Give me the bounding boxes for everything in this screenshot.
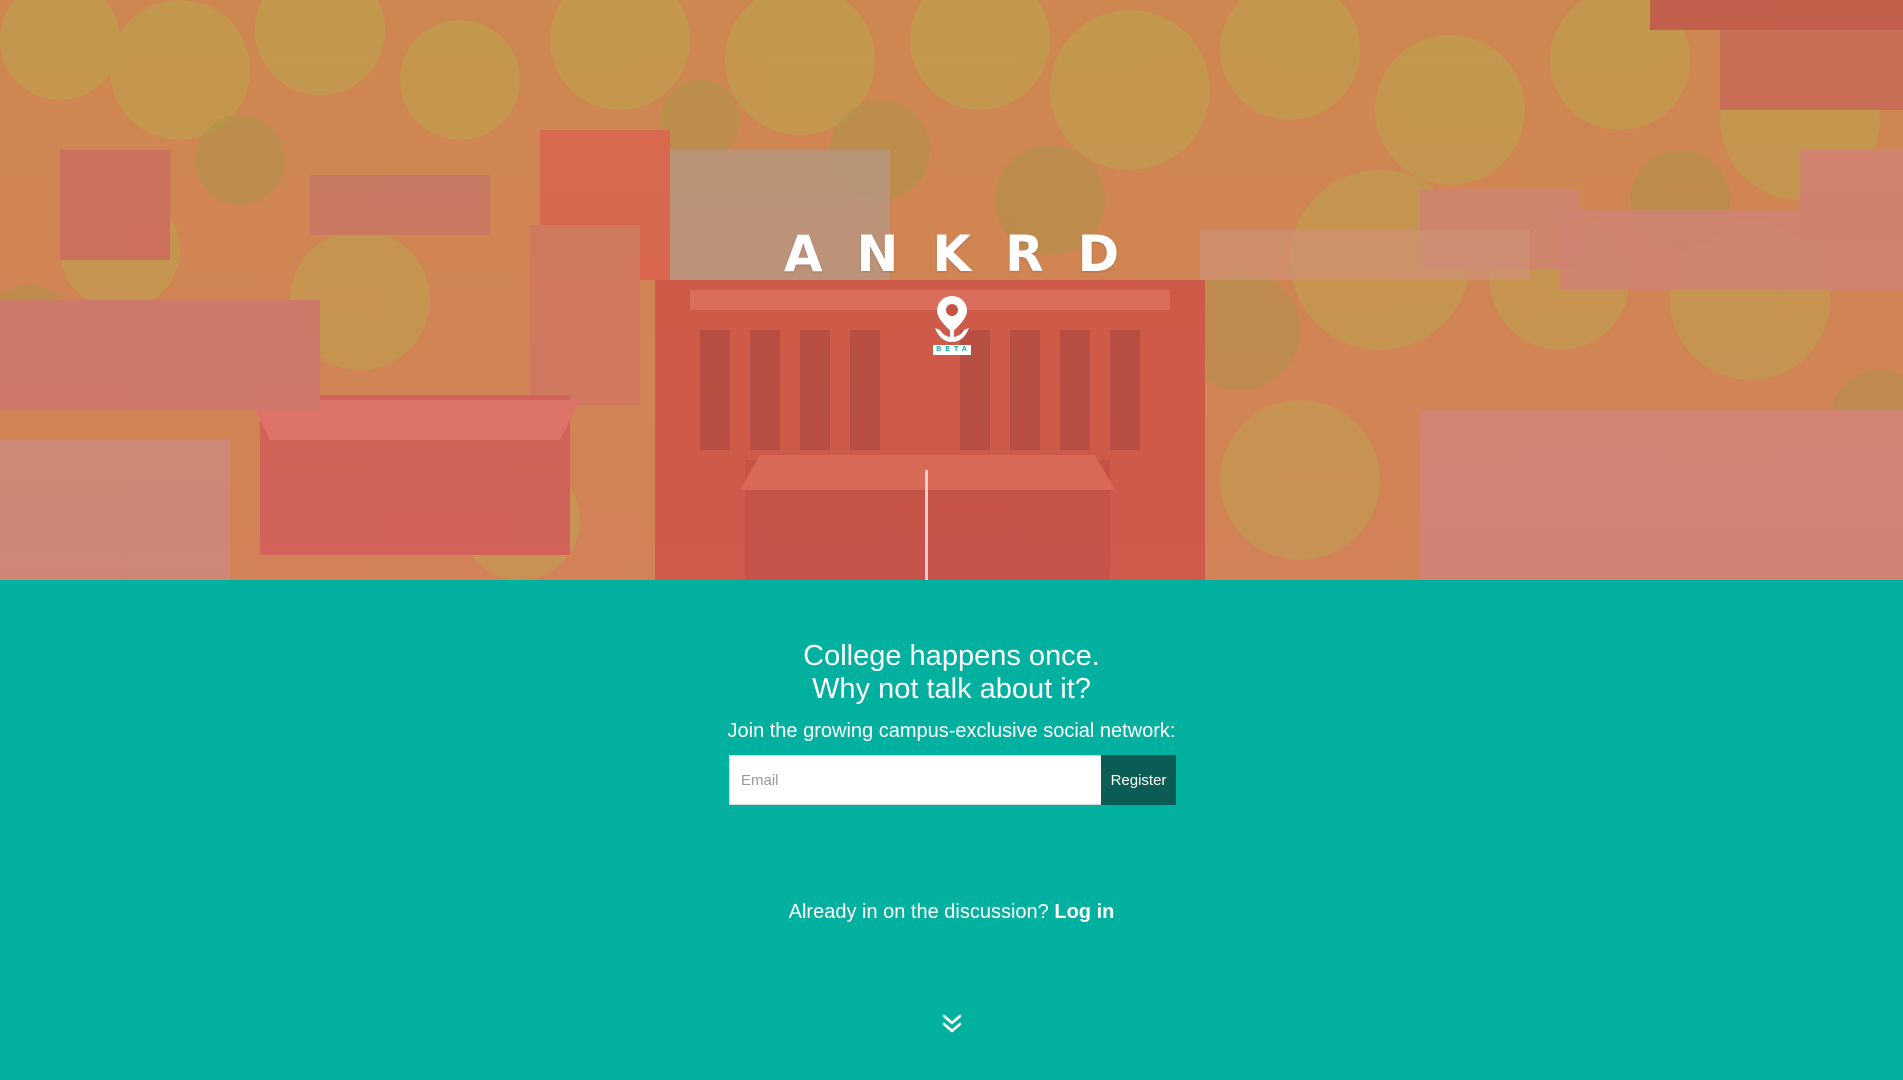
signup-subline: Join the growing campus-exclusive social… [727,720,1176,742]
login-link[interactable]: Log in [1054,901,1114,923]
headline: College happens once. Why not talk about… [0,640,1903,706]
register-button[interactable]: Register [1101,755,1176,805]
signup-form: Register [729,755,1176,805]
headline-line-1: College happens once. [803,640,1100,672]
beta-badge: BETA [936,346,971,353]
login-prompt: Already in on the discussion? Log in [0,900,1903,924]
brand-wordmark: ANKRD [783,225,1154,283]
hero-banner: ANKRD BETA [0,0,1903,580]
double-chevron-down-icon[interactable] [940,1012,964,1036]
signup-section: College happens once. Why not talk about… [0,580,1903,1080]
email-field[interactable] [729,755,1101,805]
login-prompt-text: Already in on the discussion? [788,901,1049,923]
brand-logo: ANKRD BETA [0,224,1903,356]
headline-line-2: Why not talk about it? [812,673,1091,705]
